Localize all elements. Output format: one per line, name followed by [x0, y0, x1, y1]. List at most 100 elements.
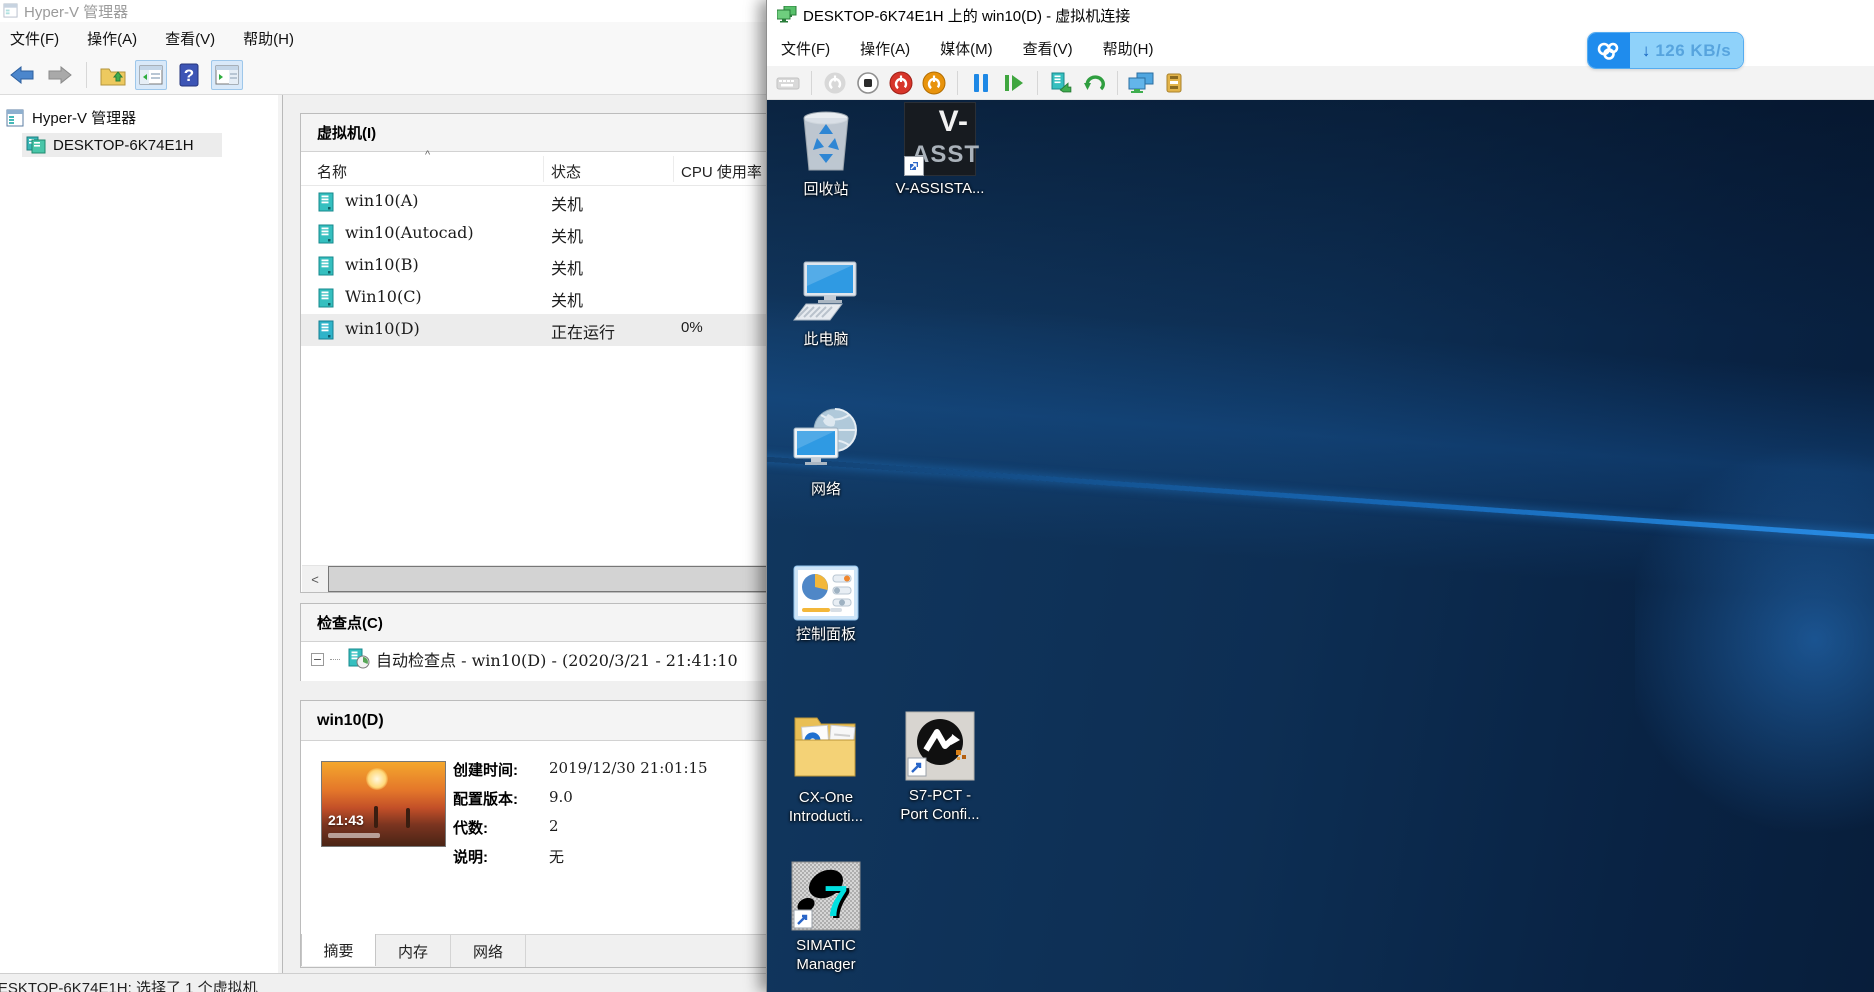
help-button[interactable]: ? — [173, 60, 205, 90]
field-created: 创建时间: 2019/12/30 21:01:15 — [453, 759, 518, 780]
vm-desktop-wallpaper: 回收站 V- ASST V-ASSISTA... — [767, 100, 1874, 992]
svg-text:?: ? — [184, 66, 194, 85]
field-label: 说明: — [453, 849, 488, 866]
vmc-menu-media[interactable]: 媒体(M) — [940, 38, 993, 59]
vm-state: 关机 — [551, 255, 583, 279]
export-button[interactable] — [97, 60, 129, 90]
tree-item-host[interactable]: DESKTOP-6K74E1H — [22, 133, 222, 157]
scroll-left-button[interactable]: < — [302, 566, 328, 592]
netdisk-speed-badge[interactable]: ↓ 126 KB/s — [1587, 32, 1744, 69]
vmc-menu-action[interactable]: 操作(A) — [860, 38, 910, 59]
field-config-version: 配置版本: 9.0 — [453, 788, 518, 809]
shortcut-arrow-icon — [905, 157, 923, 175]
vm-name: win10(D) — [345, 319, 420, 338]
field-label: 创建时间: — [453, 762, 518, 779]
hyperv-menu-action[interactable]: 操作(A) — [87, 28, 137, 49]
forward-arrow-icon — [48, 66, 72, 84]
tree-host-label: DESKTOP-6K74E1H — [53, 137, 194, 154]
save-button[interactable] — [855, 70, 881, 96]
tree-root-label: Hyper-V 管理器 — [32, 107, 136, 128]
archive-cassette-icon — [1163, 72, 1185, 94]
column-divider — [673, 156, 674, 182]
control-panel-icon — [793, 565, 859, 621]
action-pane-icon — [215, 65, 239, 85]
host-server-icon — [26, 136, 46, 154]
forward-button[interactable] — [44, 60, 76, 90]
v-assistant-icon-text: V- — [939, 105, 969, 139]
field-value: 无 — [549, 846, 564, 867]
revert-button[interactable] — [1081, 70, 1107, 96]
simatic-manager-icon: 7 7 — [790, 860, 862, 932]
desktop-icon-simatic-manager[interactable]: 7 7 SIMATICManager — [771, 860, 881, 975]
vm-name: win10(A) — [345, 191, 419, 210]
start-button[interactable] — [822, 70, 848, 96]
tab-summary[interactable]: 摘要 — [301, 934, 376, 966]
column-header-name[interactable]: 名称 — [317, 161, 347, 182]
pause-button[interactable] — [968, 70, 994, 96]
action-pane-toggle-button[interactable] — [211, 60, 243, 90]
shut-down-button[interactable] — [921, 70, 947, 96]
vm-state: 关机 — [551, 223, 583, 247]
enhanced-session-button[interactable] — [1128, 70, 1154, 96]
hyperv-root-icon — [6, 109, 24, 127]
turn-off-button[interactable] — [888, 70, 914, 96]
desktop-icon-network[interactable]: 网络 — [771, 406, 881, 500]
vm-thumbnail[interactable]: 21:43 — [321, 761, 446, 847]
vm-cpu: 0% — [681, 319, 703, 336]
vmc-menu-view[interactable]: 查看(V) — [1023, 38, 1073, 59]
revert-arrow-icon — [1082, 72, 1106, 94]
thumbnail-clock: 21:43 — [328, 812, 364, 828]
tab-network[interactable]: 网络 — [451, 935, 526, 967]
desktop-icon-recycle-bin[interactable]: 回收站 — [771, 106, 881, 200]
vm-state: 关机 — [551, 287, 583, 311]
hyperv-menu-help[interactable]: 帮助(H) — [243, 28, 294, 49]
power-start-icon — [823, 71, 847, 95]
desktop-icon-label: SIMATICManager — [796, 937, 856, 975]
netdisk-cloud-icon — [1588, 33, 1630, 68]
cx-one-folder-icon: epdf — [791, 710, 861, 784]
checkpoint-now-item[interactable]: 当前 — [363, 676, 417, 681]
console-tree-toggle-button[interactable] — [135, 60, 167, 90]
console-tree-icon — [139, 65, 163, 85]
field-notes: 说明: 无 — [453, 846, 488, 867]
hyperv-menu-view[interactable]: 查看(V) — [165, 28, 215, 49]
vm-icon — [317, 224, 335, 244]
back-button[interactable] — [6, 60, 38, 90]
reset-button[interactable] — [1001, 70, 1027, 96]
thumbnail-figure — [406, 808, 410, 828]
vmc-menu-file[interactable]: 文件(F) — [781, 38, 830, 59]
ctrl-alt-del-button[interactable] — [775, 70, 801, 96]
desktop-icon-s7-pct[interactable]: S7-PCT -Port Confi... — [885, 710, 995, 825]
field-value: 9.0 — [549, 788, 573, 806]
column-divider — [543, 156, 544, 182]
desktop-icon-label: 回收站 — [803, 181, 848, 200]
checkpoint-button[interactable] — [1048, 70, 1074, 96]
back-arrow-icon — [10, 66, 34, 84]
svg-text:7: 7 — [824, 877, 848, 926]
vm-icon — [317, 320, 335, 340]
share-button[interactable] — [1161, 70, 1187, 96]
desktop-icon-cx-one[interactable]: epdf CX-OneIntroducti... — [771, 710, 881, 827]
tree-item-hyperv-root[interactable]: Hyper-V 管理器 — [6, 107, 136, 128]
sort-caret-icon: ^ — [425, 149, 430, 161]
recycle-bin-icon — [795, 106, 857, 176]
vm-state: 正在运行 — [551, 319, 615, 343]
checkpoint-item[interactable]: − 自动检查点 - win10(D) - (2020/3/21 - 21:41:… — [311, 647, 738, 671]
thumbnail-figure — [374, 806, 378, 828]
tab-memory[interactable]: 内存 — [376, 935, 451, 967]
power-off-red-icon — [889, 71, 913, 95]
desktop-icon-this-pc[interactable]: 此电脑 — [771, 260, 881, 350]
download-arrow-icon: ↓ — [1642, 41, 1651, 61]
checkpoint-now-label: 当前 — [385, 676, 417, 681]
desktop-icon-control-panel[interactable]: 控制面板 — [771, 565, 881, 645]
vmconnect-window-title: DESKTOP-6K74E1H 上的 win10(D) - 虚拟机连接 — [803, 5, 1130, 26]
hyperv-menu-file[interactable]: 文件(F) — [10, 28, 59, 49]
column-header-state[interactable]: 状态 — [551, 161, 581, 182]
desktop-icon-v-assistant[interactable]: V- ASST V-ASSISTA... — [885, 103, 995, 199]
collapse-expander-icon[interactable]: − — [311, 653, 324, 666]
vm-icon — [317, 288, 335, 308]
vmc-menu-help[interactable]: 帮助(H) — [1103, 38, 1154, 59]
thumbnail-date-blur — [328, 833, 380, 838]
column-header-cpu[interactable]: CPU 使用率 — [681, 161, 762, 182]
desktop-icon-label: 此电脑 — [803, 331, 848, 350]
